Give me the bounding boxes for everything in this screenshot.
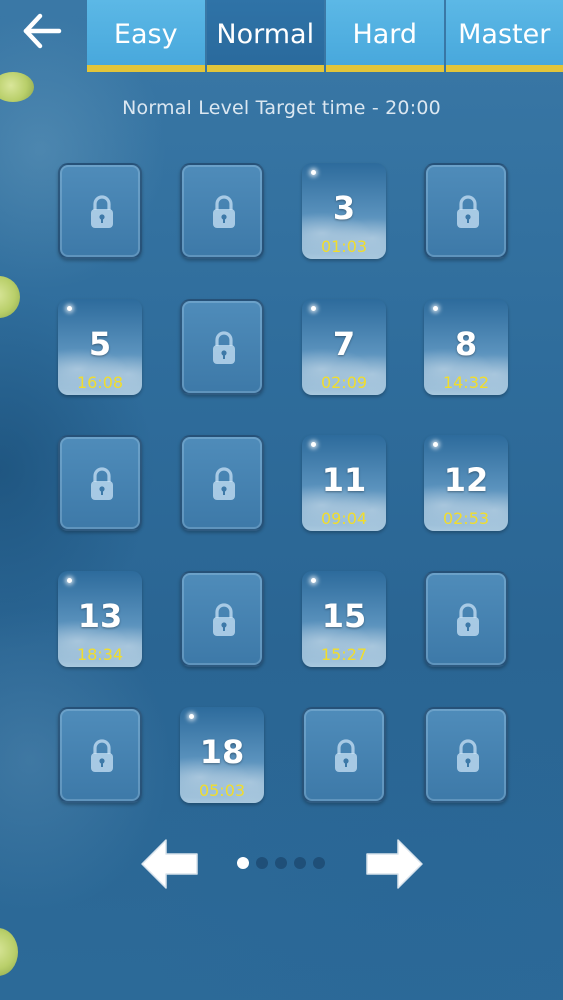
- level-number: 15: [321, 597, 367, 635]
- lock-icon: [91, 467, 113, 500]
- level-tile[interactable]: 5 16:08: [58, 299, 142, 395]
- level-best-time: 01:03: [320, 237, 368, 256]
- level-number: 13: [77, 597, 123, 635]
- top-bar: Easy Normal Hard Master: [0, 0, 563, 72]
- sparkle-icon: [311, 578, 316, 583]
- level-number: 7: [332, 325, 356, 363]
- lock-icon: [335, 739, 357, 772]
- level-tile[interactable]: 18 05:03: [180, 707, 264, 803]
- level-tile-locked[interactable]: [424, 571, 508, 667]
- level-tile[interactable]: 8 14:32: [424, 299, 508, 395]
- level-tile-locked[interactable]: [180, 163, 264, 259]
- arrow-left-icon: [141, 839, 198, 889]
- sparkle-icon: [433, 306, 438, 311]
- level-number: 12: [443, 461, 489, 499]
- sparkle-icon: [67, 578, 72, 583]
- level-best-time: 09:04: [320, 509, 368, 528]
- level-best-time: 16:08: [76, 373, 124, 392]
- level-number: 8: [454, 325, 478, 363]
- lily-pad-decoration: [0, 928, 18, 976]
- level-tile-locked[interactable]: [424, 707, 508, 803]
- level-number: 3: [332, 189, 356, 227]
- level-tile[interactable]: 11 09:04: [302, 435, 386, 531]
- lock-icon: [91, 195, 113, 228]
- level-tile-locked[interactable]: [302, 707, 386, 803]
- level-best-time: 02:53: [442, 509, 490, 528]
- lock-icon: [213, 331, 235, 364]
- level-tile-locked[interactable]: [180, 299, 264, 395]
- previous-page-button[interactable]: [140, 838, 200, 890]
- level-best-time: 18:34: [76, 645, 124, 664]
- next-page-button[interactable]: [364, 838, 424, 890]
- lock-icon: [457, 195, 479, 228]
- page-dot[interactable]: [275, 857, 287, 869]
- level-tile-locked[interactable]: [180, 435, 264, 531]
- level-number: 5: [88, 325, 112, 363]
- level-best-time: 14:32: [442, 373, 490, 392]
- tab-easy[interactable]: Easy: [87, 0, 205, 72]
- page-indicator: [237, 857, 325, 869]
- difficulty-tabs: Easy Normal Hard Master: [87, 0, 563, 72]
- sparkle-icon: [311, 306, 316, 311]
- level-tile[interactable]: 13 18:34: [58, 571, 142, 667]
- sparkle-icon: [189, 714, 194, 719]
- level-tile[interactable]: 12 02:53: [424, 435, 508, 531]
- sparkle-icon: [311, 442, 316, 447]
- level-best-time: 15:27: [320, 645, 368, 664]
- level-number: 18: [199, 733, 245, 771]
- lock-icon: [213, 195, 235, 228]
- sparkle-icon: [311, 170, 316, 175]
- level-subtitle: Normal Level Target time - 20:00: [122, 97, 441, 119]
- lock-icon: [457, 603, 479, 636]
- level-number: 11: [321, 461, 367, 499]
- level-tile-locked[interactable]: [424, 163, 508, 259]
- arrow-left-icon: [23, 13, 62, 49]
- lock-icon: [91, 739, 113, 772]
- page-dot[interactable]: [256, 857, 268, 869]
- tab-hard[interactable]: Hard: [326, 0, 444, 72]
- level-tile-locked[interactable]: [58, 163, 142, 259]
- tab-normal[interactable]: Normal: [206, 0, 324, 72]
- tab-master[interactable]: Master: [445, 0, 563, 72]
- sparkle-icon: [433, 442, 438, 447]
- level-tile-locked[interactable]: [58, 435, 142, 531]
- lock-icon: [213, 467, 235, 500]
- sparkle-icon: [67, 306, 72, 311]
- lock-icon: [213, 603, 235, 636]
- back-button[interactable]: [14, 8, 70, 54]
- level-tile[interactable]: 7 02:09: [302, 299, 386, 395]
- arrow-right-icon: [366, 839, 423, 889]
- page-dot[interactable]: [237, 857, 249, 869]
- level-tile[interactable]: 15 15:27: [302, 571, 386, 667]
- level-tile-locked[interactable]: [58, 707, 142, 803]
- level-tile-locked[interactable]: [180, 571, 264, 667]
- lock-icon: [457, 739, 479, 772]
- level-best-time: 02:09: [320, 373, 368, 392]
- page-dot[interactable]: [294, 857, 306, 869]
- level-best-time: 05:03: [198, 781, 246, 800]
- page-dot[interactable]: [313, 857, 325, 869]
- level-tile[interactable]: 3 01:03: [302, 163, 386, 259]
- lily-pad-decoration: [0, 276, 20, 318]
